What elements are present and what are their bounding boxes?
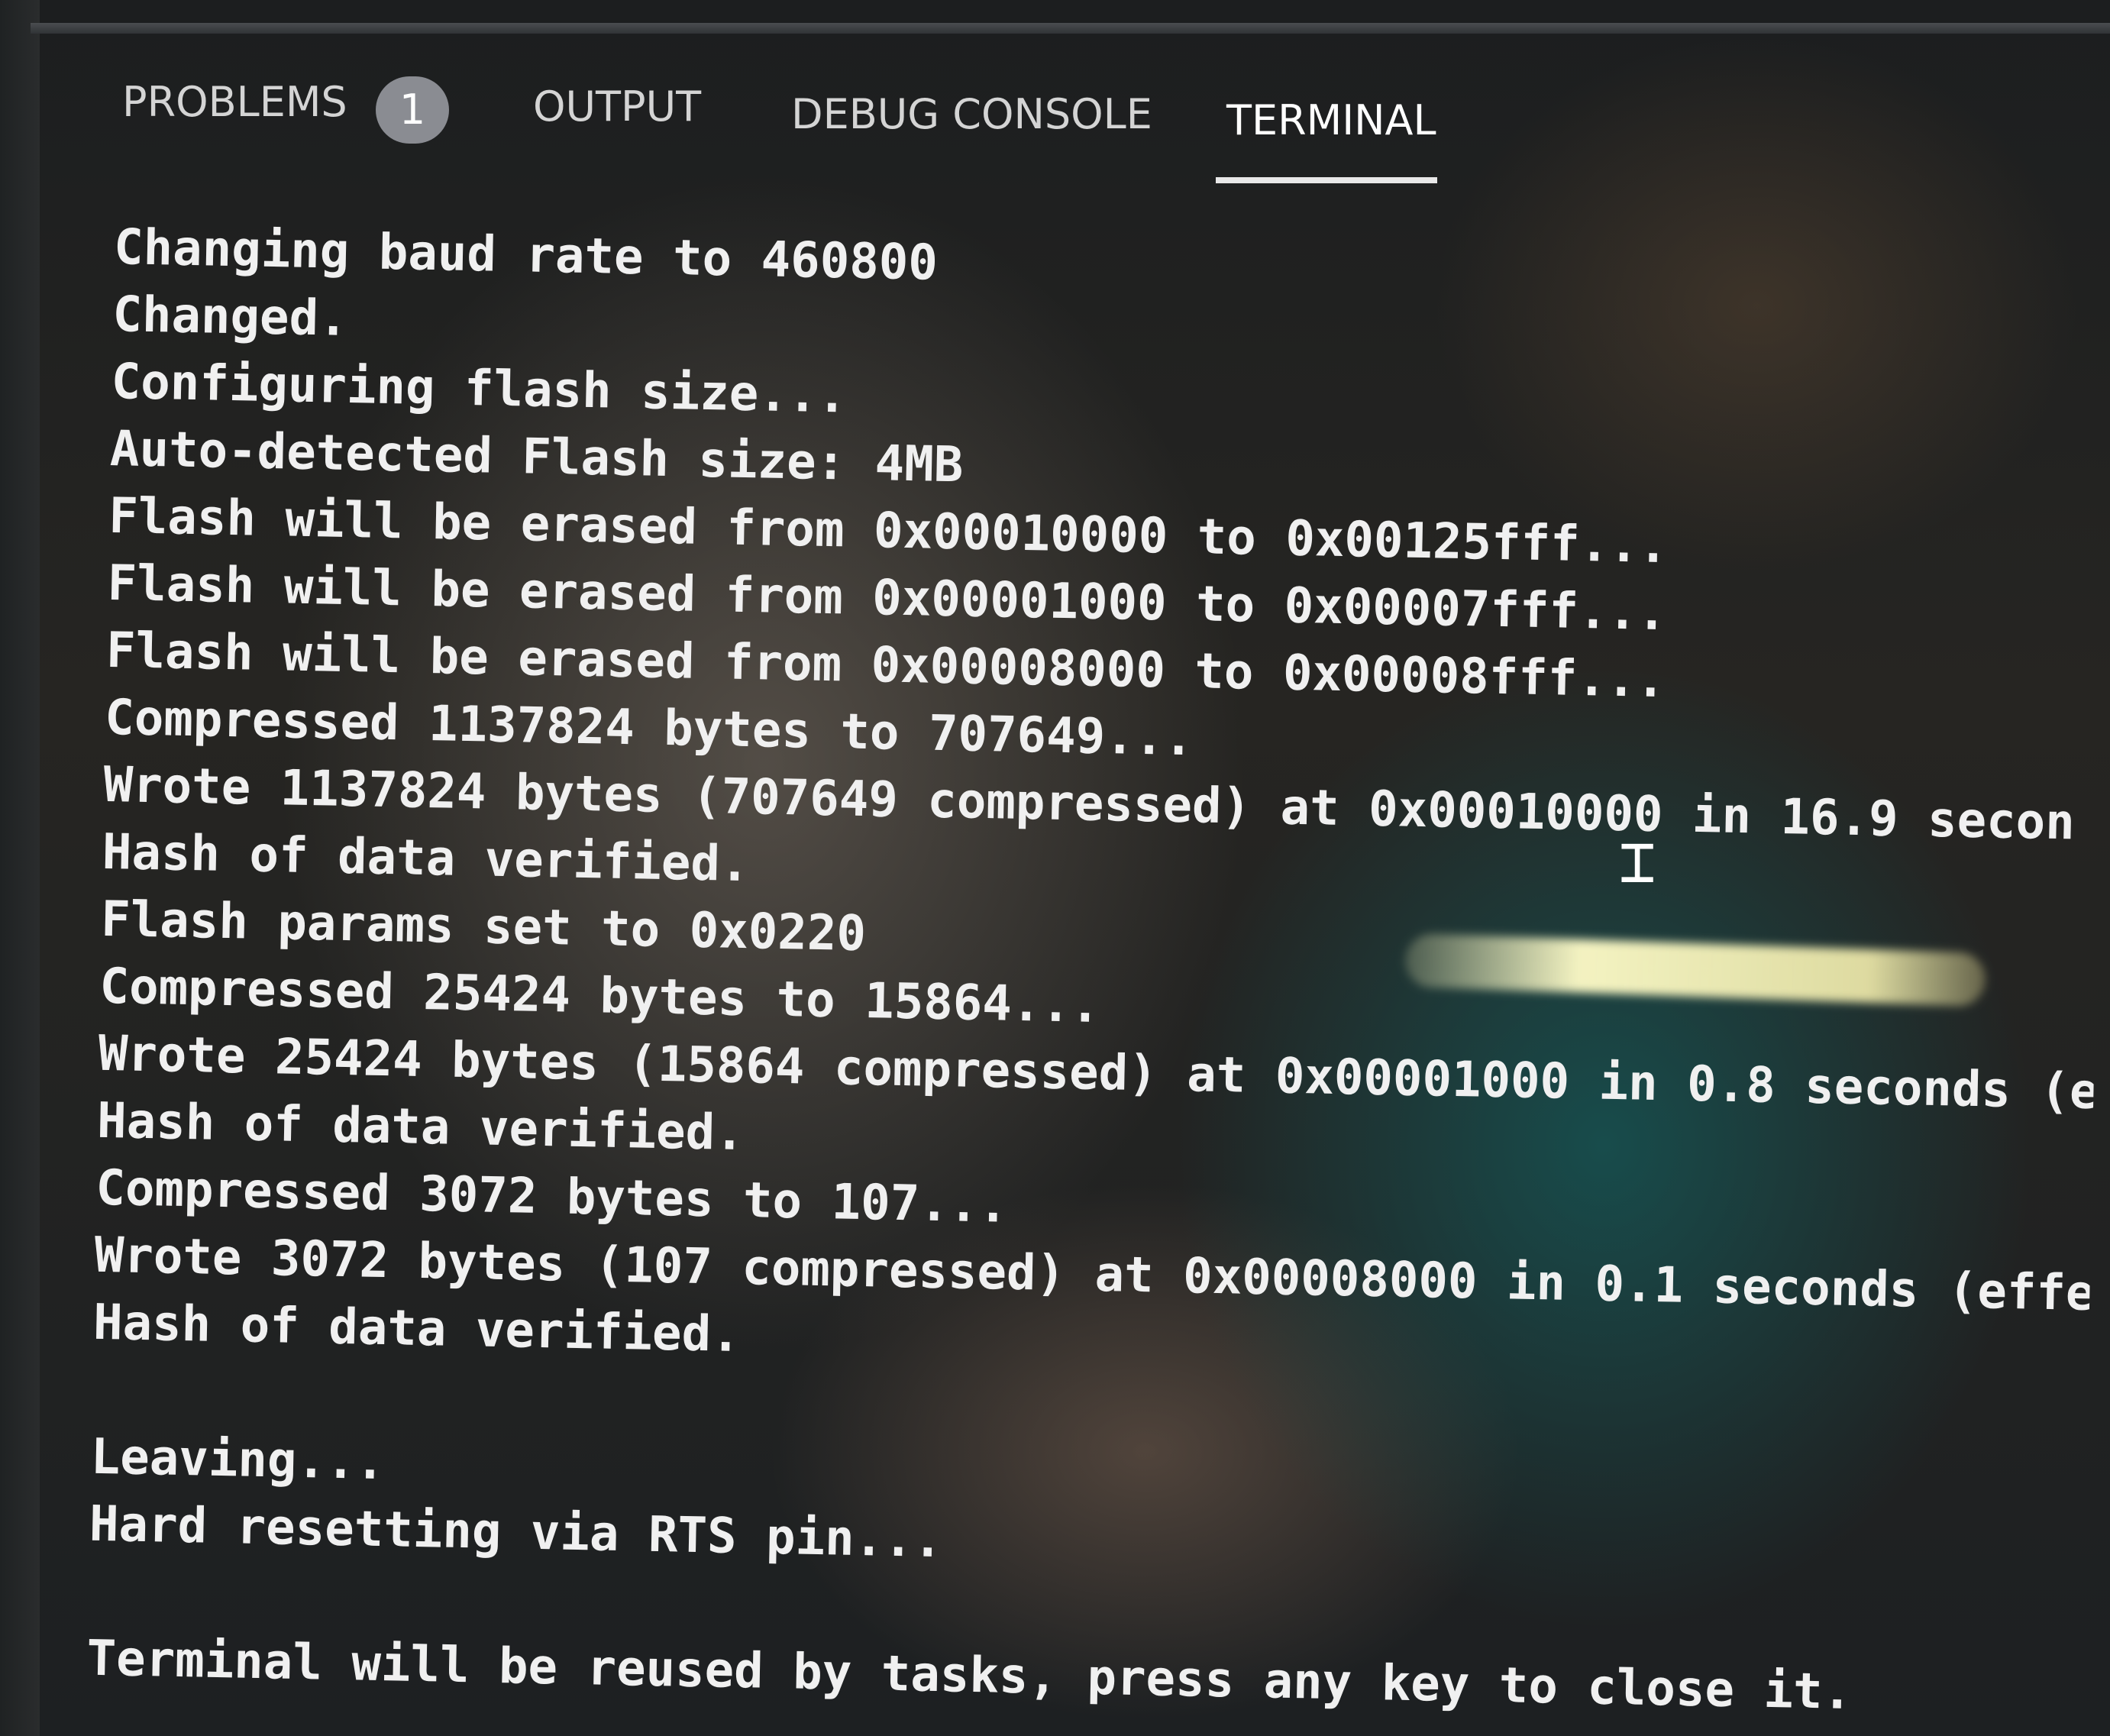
monitor-bezel-left: [0, 0, 40, 1736]
active-tab-indicator: [1216, 177, 1437, 183]
terminal-output[interactable]: Changing baud rate to 460800 Changed. Co…: [86, 214, 2110, 1731]
tab-output[interactable]: OUTPUT: [533, 82, 701, 131]
panel-top-border: [31, 23, 2110, 34]
tab-terminal[interactable]: TERMINAL: [1226, 96, 1436, 144]
tab-debug-console[interactable]: DEBUG CONSOLE: [791, 90, 1152, 138]
photo-of-screen: PROBLEMS 1 OUTPUT DEBUG CONSOLE TERMINAL…: [0, 0, 2110, 1736]
tab-problems[interactable]: PROBLEMS: [122, 78, 347, 126]
problems-count-badge: 1: [376, 76, 449, 144]
text-cursor-icon: ⌶: [1619, 826, 1656, 897]
panel-tab-bar: PROBLEMS 1 OUTPUT DEBUG CONSOLE TERMINAL: [0, 46, 2110, 191]
